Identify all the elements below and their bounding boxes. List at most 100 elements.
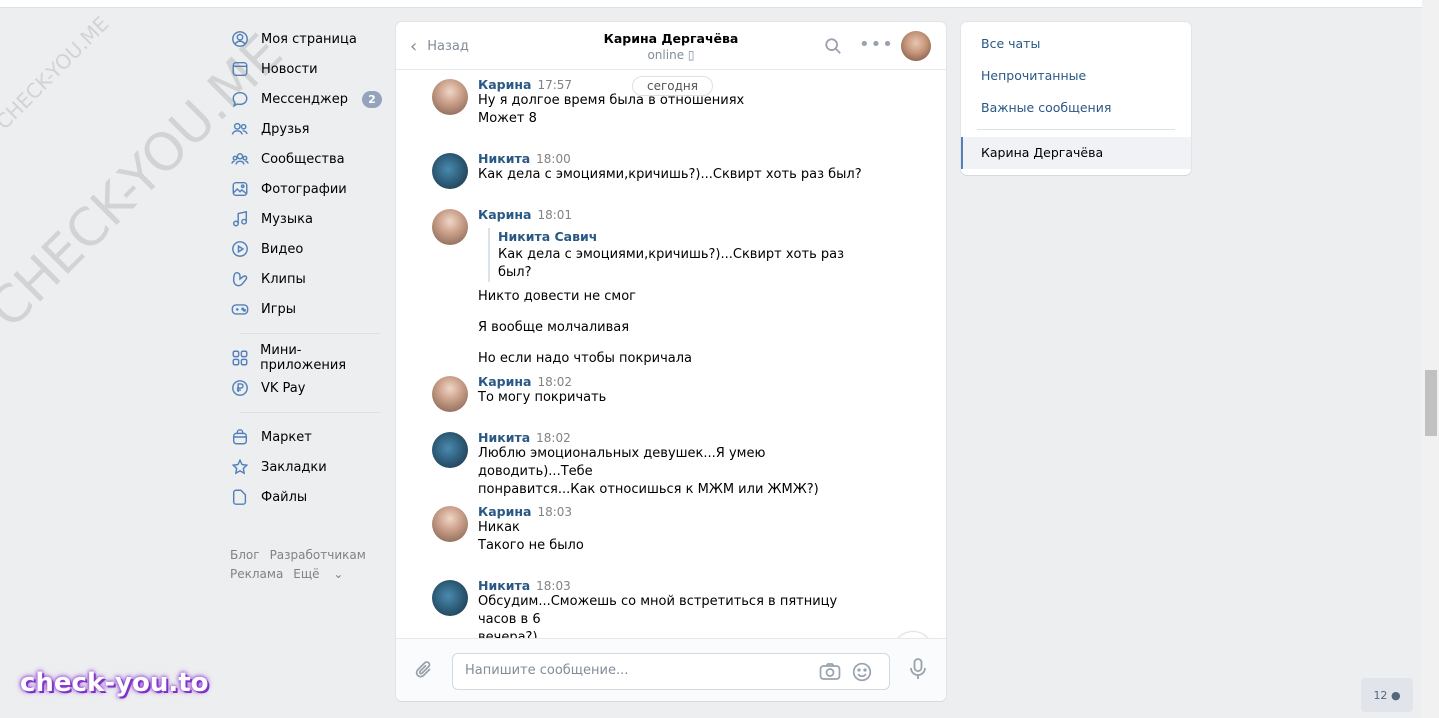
nav-label: Файлы	[261, 489, 308, 505]
mobile-phone-icon: ▯	[687, 48, 695, 62]
brand-watermark: check-you.to	[20, 668, 209, 698]
online-friends-counter[interactable]: 12 ●	[1361, 678, 1413, 712]
nav-item-messenger[interactable]: Мессенджер 2	[230, 84, 382, 114]
message-text: Люблю эмоциональных девушек...Я умею дов…	[478, 446, 766, 479]
star-icon	[230, 457, 250, 477]
message-author[interactable]: Карина	[478, 504, 531, 519]
message-time: 18:03	[536, 579, 571, 593]
message-meta: Карина 18:01	[478, 207, 872, 222]
footer-more-label: Ещё	[293, 567, 320, 581]
filter-unread[interactable]: Непрочитанные	[981, 68, 1086, 83]
peer-avatar[interactable]	[901, 31, 931, 61]
nav-label: Мини-приложения	[260, 343, 347, 373]
avatar[interactable]	[432, 580, 468, 616]
nav-item-bookmarks[interactable]: Закладки	[230, 452, 382, 482]
gamepad-icon	[230, 299, 250, 319]
nav-item-music[interactable]: Музыка	[230, 204, 382, 234]
avatar[interactable]	[432, 79, 468, 115]
date-separator: сегодня	[632, 76, 713, 96]
message-author[interactable]: Никита	[478, 578, 530, 593]
message-text: Может 8	[478, 111, 537, 126]
user-icon: ●	[1390, 688, 1401, 702]
watermark-small: CHECK-YOU.ME	[0, 11, 114, 135]
footer-link-ads[interactable]: Реклама	[230, 567, 283, 581]
photo-icon	[230, 179, 250, 199]
filter-all-chats[interactable]: Все чаты	[981, 36, 1040, 51]
smile-icon[interactable]	[852, 662, 872, 686]
message-author[interactable]: Никита	[478, 430, 530, 445]
message-composer	[396, 638, 946, 701]
avatar[interactable]	[432, 432, 468, 468]
message-time: 18:01	[537, 208, 573, 222]
message-text: вечера?)	[478, 630, 538, 638]
nav-item-communities[interactable]: Сообщества	[230, 144, 382, 174]
peer-status-text: online	[647, 48, 685, 62]
footer-link-more[interactable]: Ещё ⌄	[293, 567, 353, 581]
scrollbar-thumb[interactable]	[1425, 370, 1437, 436]
page-scrollbar[interactable]	[1422, 0, 1439, 718]
avatar[interactable]	[432, 376, 468, 412]
nav-label: Маркет	[261, 429, 312, 445]
chat-header: ‹ Назад Карина Дергачёва online ▯ •••	[396, 22, 946, 70]
nav-item-market[interactable]: Маркет	[230, 422, 382, 452]
nav-item-games[interactable]: Игры	[230, 294, 382, 324]
filter-divider	[977, 129, 1175, 130]
nav-item-friends[interactable]: Друзья	[230, 114, 382, 144]
avatar[interactable]	[432, 153, 468, 189]
message-group: Никита 18:02 Люблю эмоциональных девушек.…	[432, 430, 872, 499]
nav-item-mini-apps[interactable]: Мини-приложения	[230, 343, 382, 373]
quote-text: Как дела с эмоциями,кричишь?)...Сквирт х…	[498, 247, 845, 280]
message-text: Я вообще молчаливая	[478, 320, 630, 335]
search-icon[interactable]	[824, 37, 842, 59]
play-circle-icon	[230, 239, 250, 259]
nav-label: VK Pay	[261, 380, 306, 396]
newspaper-icon	[230, 59, 250, 79]
nav-item-files[interactable]: Файлы	[230, 482, 382, 512]
message-time: 18:03	[537, 505, 573, 519]
message-text: Но если надо чтобы покричала	[478, 351, 692, 366]
message-body: Карина 18:03 Никак Такого не было	[478, 504, 872, 555]
nav-item-photos[interactable]: Фотографии	[230, 174, 382, 204]
avatar[interactable]	[432, 506, 468, 542]
message-author[interactable]: Карина	[478, 374, 531, 389]
nav-item-news[interactable]: Новости	[230, 54, 382, 84]
filter-important[interactable]: Важные сообщения	[981, 100, 1111, 115]
message-author[interactable]: Никита	[478, 151, 530, 166]
message-input-box[interactable]	[452, 653, 890, 690]
forwarded-quote[interactable]: Никита Савич Как дела с эмоциями,кричишь…	[488, 228, 872, 282]
footer-link-developers[interactable]: Разработчикам	[270, 548, 366, 562]
message-text: Обсудим...Сможешь со мной встретиться в …	[478, 594, 838, 627]
user-circle-icon	[230, 29, 250, 49]
message-text: Никто довести не смог	[478, 289, 637, 304]
message-group: Карина 18:03 Никак Такого не было	[432, 504, 872, 555]
message-time: 18:02	[536, 431, 571, 445]
paperclip-icon[interactable]	[414, 659, 434, 685]
message-history[interactable]: Карина 17:57 Ну я долгое время была в отн…	[396, 71, 946, 638]
footer-link-blog[interactable]: Блог	[230, 548, 260, 562]
nav-item-vk-pay[interactable]: VK Pay	[230, 373, 382, 403]
active-chat-item[interactable]: Карина Дергачёва	[961, 137, 1191, 169]
message-input[interactable]	[465, 663, 805, 678]
chevron-down-icon: ⌄	[333, 567, 344, 581]
avatar[interactable]	[432, 209, 468, 245]
message-time: 18:02	[537, 375, 573, 389]
left-navigation: Моя страница Новости Мессенджер 2 Друзья…	[230, 24, 382, 584]
footer-links: Блог Разработчикам Реклама Ещё ⌄	[230, 546, 382, 584]
message-author[interactable]: Карина	[478, 207, 531, 222]
nav-label: Моя страница	[261, 31, 357, 47]
scroll-to-bottom-button[interactable]	[893, 631, 933, 638]
nav-label: Закладки	[261, 459, 327, 475]
message-meta: Никита 18:00	[478, 151, 872, 166]
message-group: Никита 18:03 Обсудим...Сможешь со мной вс…	[432, 578, 872, 638]
microphone-icon[interactable]	[908, 657, 928, 685]
nav-item-clips[interactable]: Клипы	[230, 264, 382, 294]
top-header-bar	[0, 0, 1422, 8]
friends-icon	[230, 119, 250, 139]
more-icon[interactable]: •••	[859, 34, 894, 55]
camera-icon[interactable]	[819, 662, 841, 686]
nav-item-my-page[interactable]: Моя страница	[230, 24, 382, 54]
message-author[interactable]: Карина	[478, 77, 531, 92]
chat-bubble-icon	[230, 89, 250, 109]
message-text: Никак	[478, 520, 520, 535]
nav-item-video[interactable]: Видео	[230, 234, 382, 264]
